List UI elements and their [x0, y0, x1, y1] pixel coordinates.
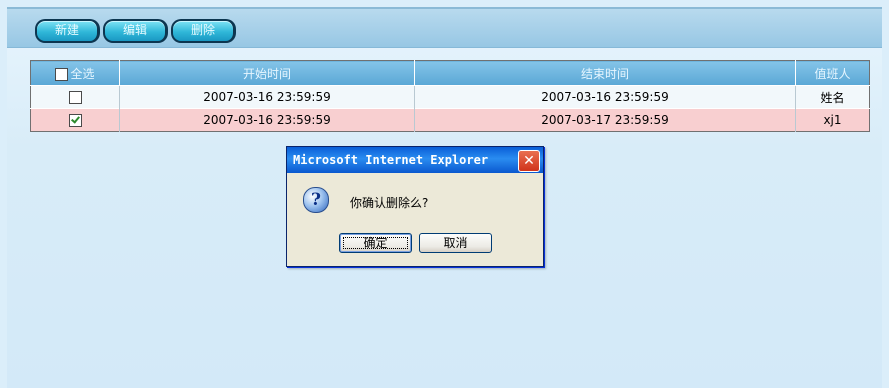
dialog-title: Microsoft Internet Explorer [293, 153, 489, 167]
row-checkbox-cell [30, 85, 120, 109]
row-checkbox[interactable] [68, 114, 82, 127]
select-all-checkbox[interactable] [55, 67, 69, 81]
end-time-cell: 2007-03-17 23:59:59 [414, 108, 796, 132]
new-button[interactable]: 新建 [35, 19, 100, 43]
row-checkbox-cell [30, 108, 120, 132]
confirm-dialog: Microsoft Internet Explorer ✕ ? 你确认删除么? … [286, 146, 544, 267]
ok-button[interactable]: 确定 [339, 233, 412, 253]
select-all-header[interactable]: 全选 [30, 60, 120, 86]
row-checkbox[interactable] [68, 91, 82, 104]
person-cell: xj1 [795, 108, 870, 132]
dialog-titlebar[interactable]: Microsoft Internet Explorer ✕ [287, 147, 543, 173]
cancel-button[interactable]: 取消 [419, 233, 492, 253]
question-icon: ? [303, 187, 329, 213]
select-all-label: 全选 [70, 66, 95, 81]
person-header[interactable]: 值班人 [795, 60, 870, 86]
start-time-cell: 2007-03-16 23:59:59 [119, 85, 415, 109]
edit-button[interactable]: 编辑 [103, 19, 168, 43]
dialog-message: 你确认删除么? [350, 196, 429, 210]
start-time-cell: 2007-03-16 23:59:59 [119, 108, 415, 132]
person-cell: 姓名 [795, 85, 870, 109]
duty-schedule-table: 全选 开始时间 结束时间 值班人 2007-03-16 23:59:59 200… [30, 60, 870, 132]
end-time-cell: 2007-03-16 23:59:59 [414, 85, 796, 109]
toolbar: 新建 编辑 删除 [7, 9, 882, 48]
end-time-header[interactable]: 结束时间 [414, 60, 796, 86]
start-time-header[interactable]: 开始时间 [119, 60, 415, 86]
delete-button[interactable]: 删除 [171, 19, 236, 43]
table-header-row: 全选 开始时间 结束时间 值班人 [30, 60, 870, 86]
table-row[interactable]: 2007-03-16 23:59:59 2007-03-17 23:59:59 … [30, 108, 870, 132]
close-icon[interactable]: ✕ [518, 150, 540, 172]
table-row[interactable]: 2007-03-16 23:59:59 2007-03-16 23:59:59 … [30, 85, 870, 109]
